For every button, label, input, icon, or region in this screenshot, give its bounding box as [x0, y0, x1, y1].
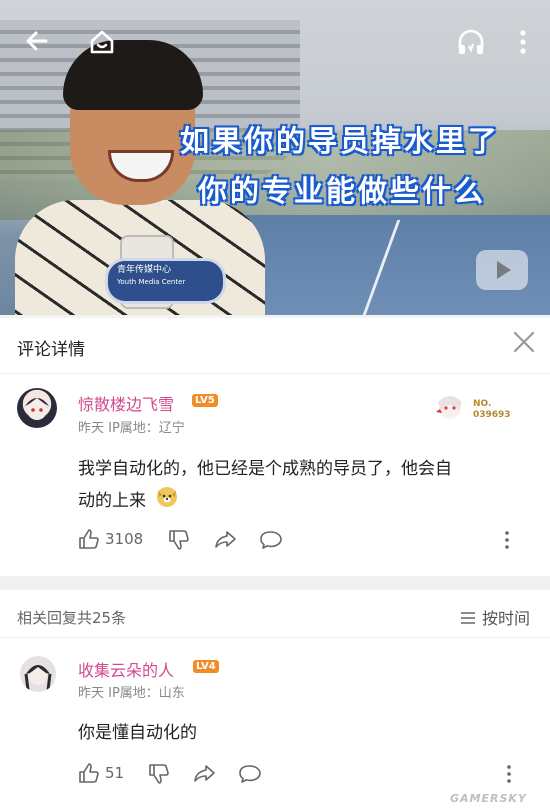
video-player[interactable]: 青年传媒中心 Youth Media Center 如果你的导员掉水里了 你的专…	[0, 0, 550, 315]
dislike-icon[interactable]	[168, 529, 190, 555]
arrow-left-icon[interactable]	[24, 28, 50, 58]
reply-username[interactable]: 收集云朵的人	[78, 657, 174, 681]
replies-count: 相关回复共25条	[17, 609, 127, 627]
comment-text-line-2: 动的上来	[78, 491, 146, 511]
panel-header: 评论详情	[0, 318, 550, 374]
like-icon[interactable]	[78, 528, 100, 554]
reply-like-count: 51	[105, 764, 125, 782]
play-icon[interactable]	[476, 250, 528, 290]
level-badge: LV5	[192, 394, 218, 407]
reply-level-badge: LV4	[193, 660, 219, 673]
avatar[interactable]	[17, 388, 57, 428]
comment-detail-panel: 评论详情 惊散楼边飞雪 LV5 昨天 IP属地：辽宁 NO. 039693 我学…	[0, 318, 550, 576]
sort-button[interactable]: 按时间	[460, 605, 530, 629]
reply-like-icon[interactable]	[78, 762, 100, 788]
reply-share-icon[interactable]	[193, 763, 217, 789]
comment-text-line-1: 我学自动化的，他已经是个成熟的导员了，他会自	[78, 459, 452, 479]
overlay-line-2: 你的专业能做些什么	[198, 174, 487, 208]
reply-avatar[interactable]	[20, 656, 56, 692]
reply-text: 你是懂自动化的	[78, 723, 197, 743]
more-icon[interactable]	[503, 529, 511, 555]
divider	[0, 637, 550, 638]
comment-text: 我学自动化的，他已经是个成熟的导员了，他会自 动的上来	[78, 454, 533, 518]
headphones-icon[interactable]	[456, 28, 486, 60]
fan-badge[interactable]	[432, 388, 468, 424]
like-count: 3108	[105, 530, 144, 548]
sort-label: 按时间	[482, 609, 531, 628]
panel-title: 评论详情	[17, 340, 85, 360]
mic-label-en: Youth Media Center	[117, 278, 186, 286]
fan-badge-prefix: NO.	[473, 399, 492, 409]
comment-icon[interactable]	[259, 529, 283, 555]
replies-section: 相关回复共25条 按时间 收集云朵的人 LV4 昨天 IP属地：山东 你是懂自动…	[0, 590, 550, 812]
mic-label-cn: 青年传媒中心	[117, 265, 172, 275]
fan-badge-number: NO. 039693	[473, 399, 511, 421]
overlay-line-1: 如果你的导员掉水里了	[180, 124, 501, 158]
reply-meta: 昨天 IP属地：山东	[78, 686, 185, 701]
more-vertical-icon[interactable]	[514, 28, 532, 60]
home-icon[interactable]	[88, 28, 116, 60]
comment-text-line-2-wrap: 动的上来	[78, 484, 533, 518]
comment-meta: 昨天 IP属地：辽宁	[78, 421, 185, 436]
comment-username[interactable]: 惊散楼边飞雪	[78, 391, 174, 415]
reply-dislike-icon[interactable]	[148, 763, 170, 789]
close-icon[interactable]	[512, 330, 536, 359]
sort-icon	[460, 610, 476, 629]
dog-emoji-icon	[155, 484, 179, 518]
mic-label: 青年传媒中心 Youth Media Center	[117, 264, 185, 288]
share-icon[interactable]	[214, 529, 238, 555]
fan-badge-digits: 039693	[473, 410, 511, 420]
watermark: GAMERSKY	[450, 792, 527, 805]
section-divider	[0, 576, 550, 590]
hair	[63, 40, 203, 110]
reply-comment-icon[interactable]	[238, 763, 262, 789]
reply-more-icon[interactable]	[505, 763, 513, 789]
